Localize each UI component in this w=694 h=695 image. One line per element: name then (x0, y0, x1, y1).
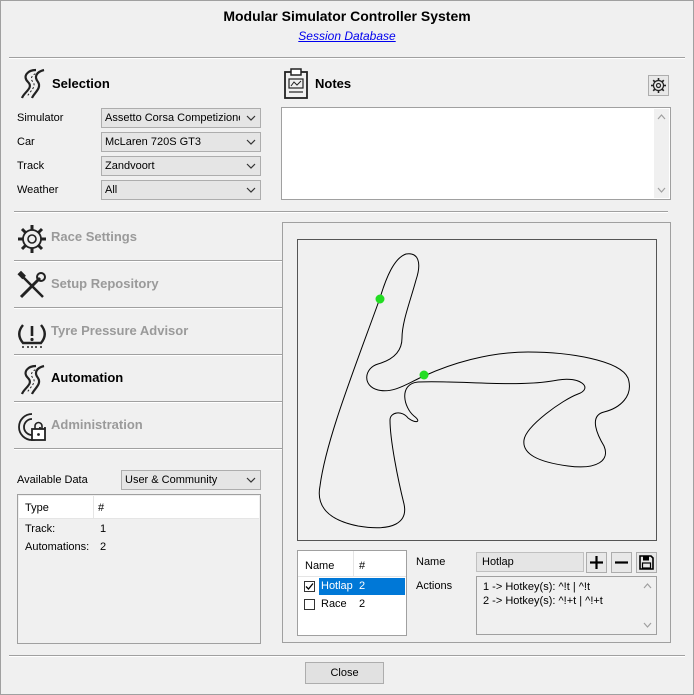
actions-scrollbar[interactable] (640, 578, 655, 633)
road-icon (20, 364, 45, 395)
nav-automation-label: Automation (51, 370, 124, 385)
notes-settings-button[interactable] (648, 75, 669, 96)
track-label: Track (17, 160, 45, 172)
notes-textarea[interactable] (281, 107, 671, 200)
track-map-svg (318, 253, 630, 529)
action-item: 1 -> Hotkey(s): ^!t | ^!t (483, 581, 591, 593)
track-value: Zandvoort (105, 160, 155, 172)
column-count[interactable]: # (359, 560, 365, 572)
weather-dropdown[interactable]: All (101, 180, 261, 200)
car-label: Car (17, 136, 35, 148)
chevron-down-icon (246, 187, 256, 193)
checkbox-checked[interactable] (304, 581, 315, 592)
divider-top (9, 57, 685, 59)
minus-icon (615, 561, 628, 564)
chevron-down-icon (246, 139, 256, 145)
simulator-value: Assetto Corsa Competizione (105, 112, 240, 124)
actions-list[interactable]: 1 -> Hotkey(s): ^!t | ^!t 2 -> Hotkey(s)… (476, 576, 657, 635)
tyre-pressure-icon (18, 324, 46, 348)
divider-mid (14, 211, 668, 213)
gear-icon (18, 225, 46, 253)
tools-icon (17, 270, 46, 299)
list-item-count: 2 (100, 541, 107, 553)
admin-icon (18, 413, 46, 441)
list-item-name: Race (321, 598, 347, 610)
check-icon (305, 583, 314, 590)
road-icon (20, 68, 45, 99)
column-type[interactable]: Type (25, 502, 49, 514)
column-separator (353, 551, 354, 576)
chevron-down-icon (246, 115, 256, 121)
available-data-label: Available Data (17, 474, 88, 486)
action-item: 2 -> Hotkey(s): ^!+t | ^!+t (483, 595, 603, 607)
automation-name-input[interactable]: Hotlap (476, 552, 584, 572)
name-label: Name (416, 556, 446, 568)
notes-text (282, 108, 670, 114)
list-item-count: 2 (359, 598, 366, 610)
column-count[interactable]: # (98, 502, 104, 514)
list-item-count: 1 (100, 523, 107, 535)
scroll-down-icon (657, 187, 666, 193)
list-item-type: Automations: (25, 541, 90, 553)
column-separator (93, 496, 94, 518)
list-item[interactable]: Hotlap 2 (299, 578, 405, 595)
available-data-list[interactable]: Type # Track: 1 Automations: 2 (17, 494, 261, 644)
track-marker[interactable] (375, 294, 385, 304)
list-item-type: Track: (25, 523, 56, 535)
notes-heading: Notes (315, 76, 352, 91)
list-item[interactable]: Race 2 (299, 596, 405, 613)
nav-automation[interactable]: Automation (14, 355, 282, 401)
list-item-count: 2 (359, 580, 366, 592)
scroll-up-icon (643, 583, 652, 589)
track-marker[interactable] (419, 370, 429, 380)
simulator-dropdown[interactable]: Assetto Corsa Competizione (101, 108, 261, 128)
weather-value: All (105, 184, 118, 196)
divider-bottom (9, 655, 685, 657)
actions-label: Actions (416, 580, 453, 592)
notes-clipboard-icon (284, 68, 308, 99)
nav-tyre-pressure-advisor-label: Tyre Pressure Advisor (51, 323, 189, 338)
session-database-link[interactable]: Session Database (0, 29, 694, 43)
checkbox-unchecked[interactable] (304, 599, 315, 610)
chevron-down-icon (246, 477, 256, 483)
column-name[interactable]: Name (305, 560, 334, 572)
nav-race-settings[interactable]: Race Settings (14, 214, 282, 260)
chevron-down-icon (246, 163, 256, 169)
save-button[interactable] (636, 552, 657, 573)
weather-label: Weather (17, 184, 59, 196)
delete-button[interactable] (611, 552, 632, 573)
track-dropdown[interactable]: Zandvoort (101, 156, 261, 176)
nav-tyre-pressure-advisor[interactable]: Tyre Pressure Advisor (14, 308, 282, 354)
track-map[interactable] (297, 239, 657, 541)
nav-setup-repository[interactable]: Setup Repository (14, 261, 282, 307)
close-button[interactable]: Close (305, 662, 384, 684)
list-header (19, 496, 259, 519)
window-title: Modular Simulator Controller System (223, 8, 471, 24)
available-data-dropdown[interactable]: User & Community (121, 470, 261, 490)
nav-setup-repository-label: Setup Repository (51, 276, 159, 291)
gear-icon (651, 78, 666, 93)
nav-administration[interactable]: Administration (14, 402, 282, 448)
nav-administration-label: Administration (51, 417, 143, 432)
nav-race-settings-label: Race Settings (51, 229, 137, 244)
add-button[interactable] (586, 552, 607, 573)
selection-heading: Selection (52, 76, 110, 91)
car-dropdown[interactable]: McLaren 720S GT3 (101, 132, 261, 152)
scroll-down-icon (643, 622, 652, 628)
nav-divider (14, 448, 282, 450)
notes-scrollbar[interactable] (654, 109, 669, 198)
floppy-disk-icon (639, 555, 654, 570)
automations-list[interactable]: Name # Hotlap 2 Race 2 (297, 550, 407, 636)
car-value: McLaren 720S GT3 (105, 136, 201, 148)
plus-icon (590, 556, 603, 569)
available-data-value: User & Community (125, 474, 218, 486)
list-item-name: Hotlap (321, 580, 353, 592)
scroll-up-icon (657, 114, 666, 120)
track-outline (318, 253, 630, 529)
simulator-label: Simulator (17, 112, 64, 124)
